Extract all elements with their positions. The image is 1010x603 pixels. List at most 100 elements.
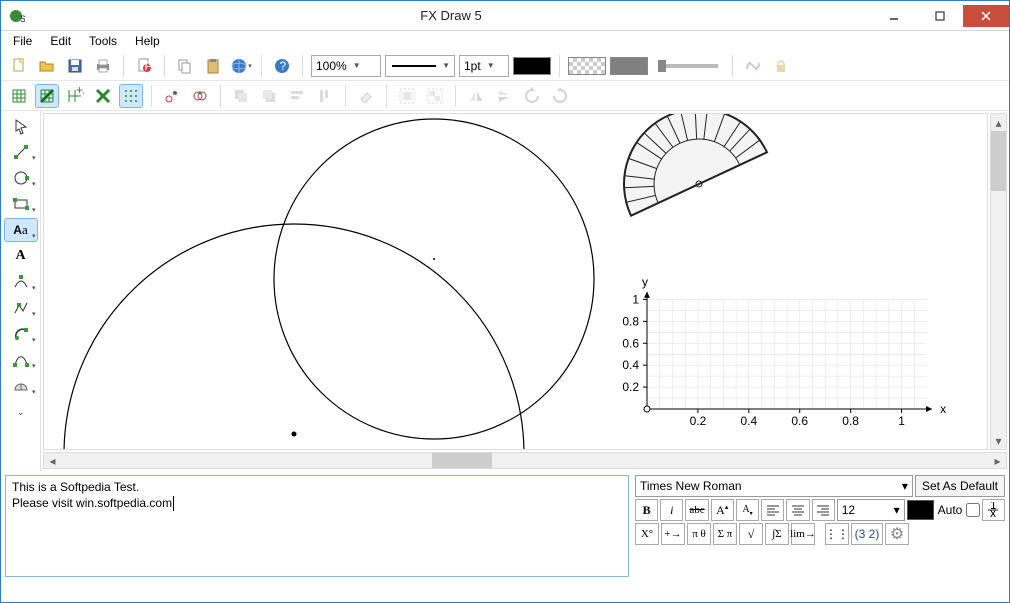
rotate-left-icon[interactable] [520,84,544,108]
paste-icon[interactable] [201,54,225,78]
open-file-icon[interactable] [35,54,59,78]
save-icon[interactable] [63,54,87,78]
snap-point-icon[interactable] [160,84,184,108]
separator [386,85,387,107]
horizontal-scrollbar[interactable]: ◂ ▸ [43,452,1007,469]
bold-button[interactable]: B [635,499,658,521]
new-file-icon[interactable] [7,54,31,78]
align-right-button[interactable] [812,499,835,521]
pointer-tool-icon[interactable] [4,114,38,138]
scroll-down-icon[interactable]: ▾ [991,432,1006,449]
curve-tool-icon[interactable]: ▾ [4,270,38,294]
menu-tools[interactable]: Tools [81,32,125,50]
sqrt-button[interactable]: √ [739,523,763,545]
print-icon[interactable] [91,54,115,78]
eraser-icon[interactable] [354,84,378,108]
align-top-stack-icon[interactable] [313,84,337,108]
fraction-button[interactable]: 1x [982,499,1005,521]
grid-show-icon[interactable] [7,84,31,108]
align-left-stack-icon[interactable] [285,84,309,108]
fill-pattern-swatch[interactable] [568,57,606,75]
text-tool-icon[interactable]: Aa▾ [4,218,38,242]
settings-gear-button[interactable]: ⚙ [885,523,909,545]
format-panel: Times New Roman▾ Set As Default B i abc … [635,475,1005,577]
font-family-value: Times New Roman [640,479,742,493]
separator [732,55,733,77]
greek-button[interactable]: π θ [687,523,711,545]
web-icon[interactable]: ▾ [229,54,253,78]
app-icon: s [1,7,31,25]
grid-snap-icon[interactable] [35,84,59,108]
opacity-slider[interactable] [658,64,718,68]
limit-button[interactable]: lim→ [791,523,815,545]
font-size-down-button[interactable]: A▾ [736,499,759,521]
integral-button[interactable]: ∫Σ [765,523,789,545]
bottom-panel: This is a Softpedia Test. Please visit w… [1,471,1009,581]
paren-matrix-button[interactable]: (3 2) [851,523,883,545]
font-size-combo[interactable]: 12▾ [837,499,905,521]
scroll-right-icon[interactable]: ▸ [989,453,1006,468]
protractor-tool-icon[interactable]: ▾ [4,374,38,398]
more-tools-icon[interactable]: ⌄ [4,400,38,424]
set-default-button[interactable]: Set As Default [915,475,1005,497]
svg-text:P: P [145,59,153,73]
label-tool-icon[interactable]: A [4,244,38,268]
line-tool-icon[interactable]: ▾ [4,140,38,164]
line-color-swatch[interactable] [513,57,551,75]
zoom-combo[interactable]: 100%▼ [311,55,381,77]
bring-front-icon[interactable] [257,84,281,108]
help-icon[interactable]: ? [270,54,294,78]
rect-tool-icon[interactable]: ▾ [4,192,38,216]
group-icon[interactable] [395,84,419,108]
bezier-tool-icon[interactable]: ▾ [4,348,38,372]
font-size-up-button[interactable]: A▴ [711,499,734,521]
line-weight-combo[interactable]: 1pt▼ [459,55,509,77]
scroll-up-icon[interactable]: ▴ [991,114,1006,131]
grid-dots-icon[interactable] [119,84,143,108]
grid-label-icon[interactable]: +A [63,84,87,108]
ungroup-icon[interactable] [423,84,447,108]
unlink-icon[interactable] [741,54,765,78]
export-pdf-icon[interactable]: P [132,54,156,78]
circle-tool-icon[interactable]: ▾ [4,166,38,190]
menu-help[interactable]: Help [127,32,168,50]
vertical-scrollbar[interactable]: ▴ ▾ [990,113,1007,450]
close-button[interactable] [963,5,1009,27]
maximize-button[interactable] [917,5,963,27]
flip-v-icon[interactable] [492,84,516,108]
font-family-combo[interactable]: Times New Roman▾ [635,475,913,497]
minimize-button[interactable] [871,5,917,27]
snap-intersect-icon[interactable] [188,84,212,108]
grid-clear-icon[interactable] [91,84,115,108]
flip-h-icon[interactable] [464,84,488,108]
fill-color-swatch[interactable] [610,57,648,75]
scroll-left-icon[interactable]: ◂ [44,453,61,468]
italic-button[interactable]: i [660,499,683,521]
separator [123,55,124,77]
send-back-icon[interactable] [229,84,253,108]
auto-checkbox[interactable] [966,503,980,517]
strike-button[interactable]: abc [685,499,708,521]
lock-icon[interactable] [769,54,793,78]
window-title: FX Draw 5 [31,8,871,23]
zoom-value: 100% [316,59,347,73]
sigma-button[interactable]: Σ π [713,523,737,545]
rotate-right-icon[interactable] [548,84,572,108]
align-center-button[interactable] [786,499,809,521]
arc-tool-icon[interactable]: ▾ [4,322,38,346]
align-left-button[interactable] [761,499,784,521]
drawing-canvas[interactable]: 0.20.40.60.810.20.40.60.81xy [43,113,988,450]
copy-icon[interactable] [173,54,197,78]
axes-graph[interactable]: 0.20.40.60.810.20.40.60.81xy [607,279,947,439]
polyline-tool-icon[interactable]: ▾ [4,296,38,320]
line-style-combo[interactable]: ▼ [385,55,455,77]
menu-file[interactable]: File [5,32,40,50]
arrow-op-button[interactable]: +→ [661,523,685,545]
separator [261,55,262,77]
text-color-swatch[interactable] [907,500,934,520]
text-editor[interactable]: This is a Softpedia Test. Please visit w… [5,475,629,577]
matrix-dots-button[interactable]: ⋮⋮ [825,523,849,545]
menu-edit[interactable]: Edit [42,32,79,50]
degree-button[interactable]: X° [635,523,659,545]
svg-text:1: 1 [632,292,639,306]
